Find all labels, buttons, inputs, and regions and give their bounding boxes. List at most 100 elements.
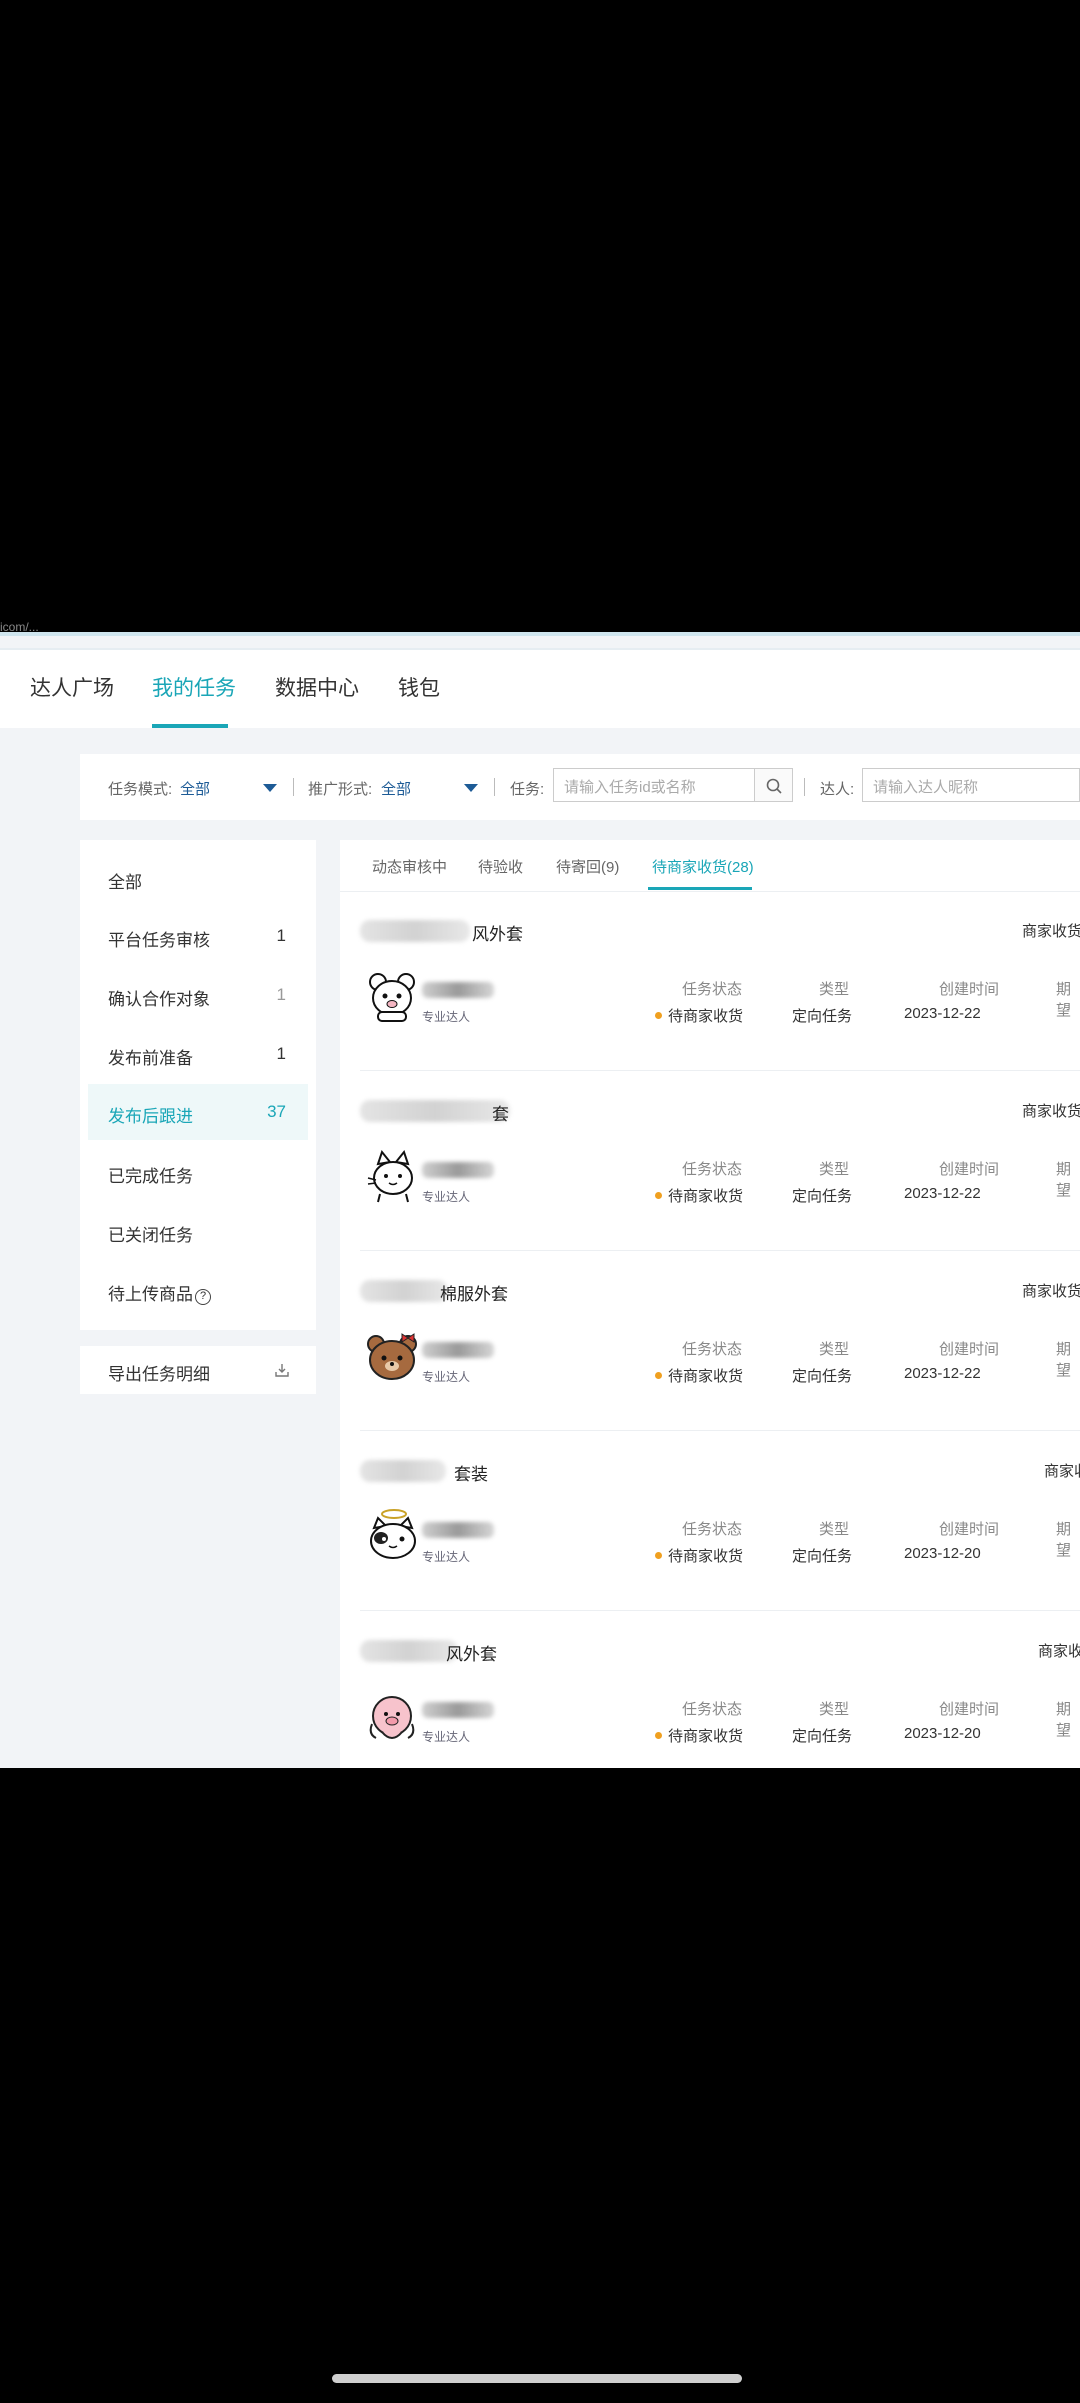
talent-role: 专业达人 (422, 1550, 471, 1564)
talent-role: 专业达人 (422, 1730, 471, 1744)
home-indicator[interactable] (332, 2374, 742, 2383)
filter-separator (804, 778, 805, 796)
status-column-label: 任务状态 (682, 1341, 743, 1358)
tab-pending-merchant-receipt[interactable]: 待商家收货(28) (652, 856, 754, 877)
task-type-value: 定向任务 (792, 1548, 853, 1565)
export-task-details-button[interactable]: 导出任务明细 (80, 1346, 316, 1394)
task-stage: 商家收货 (1022, 1103, 1080, 1120)
task-status-text: 待商家收货 (668, 1188, 744, 1205)
download-icon (275, 1364, 289, 1377)
sidebar-item-label: 待上传商品 (108, 1285, 193, 1304)
talent-search-input[interactable]: 请输入达人昵称 (862, 768, 1080, 802)
top-accent-bar (0, 632, 1080, 636)
talent-role: 专业达人 (422, 1190, 471, 1204)
card-divider (360, 1610, 1080, 1611)
task-stage: 商家收 (1044, 1463, 1080, 1480)
card-divider (360, 1250, 1080, 1251)
task-status-text: 待商家收货 (668, 1548, 744, 1565)
task-created-value: 2023-12-22 (904, 1185, 981, 1202)
mode-filter-label: 任务模式: (108, 781, 173, 798)
task-card[interactable]: 风外套 商家收货 专业达人 任务状态 类型 创建时间 期望 待商家收货 定向任务… (340, 892, 1080, 1072)
blurred-title (360, 1280, 448, 1302)
sidebar-item-count: 1 (276, 926, 286, 945)
card-divider (360, 1430, 1080, 1431)
nav-data-center[interactable]: 数据中心 (275, 672, 359, 702)
nav-my-tasks[interactable]: 我的任务 (152, 672, 236, 702)
talent-filter-label: 达人: (820, 781, 855, 798)
task-status-text: 待商家收货 (668, 1728, 744, 1745)
task-status-value: 待商家收货 (655, 1365, 743, 1386)
white-bear-icon (369, 973, 415, 1022)
task-stage: 商家收货 (1022, 923, 1080, 940)
task-type-value: 定向任务 (792, 1728, 853, 1745)
top-nav: 达人广场 我的任务 数据中心 钱包 (0, 648, 1080, 728)
brown-bear-icon (367, 1333, 417, 1380)
tab-pending-return[interactable]: 待寄回(9) (556, 856, 619, 877)
sidebar-item-label: 发布后跟进 (108, 1107, 193, 1126)
created-column-label: 创建时间 (939, 1341, 1000, 1358)
task-card[interactable]: 风外套 商家收 专业达人 任务状态 类型 创建时间 期望 待商家收货 定向任务 … (340, 1612, 1080, 1768)
sidebar-item-pre-publish[interactable]: 发布前准备 1 (80, 1026, 316, 1082)
task-status-value: 待商家收货 (655, 1185, 743, 1206)
task-title: 风外套 (446, 1645, 497, 1664)
sidebar-item-label: 已关闭任务 (108, 1226, 193, 1245)
task-type-value: 定向任务 (792, 1188, 853, 1205)
sidebar-item-count: 1 (276, 1044, 286, 1063)
help-circle-icon[interactable]: ? (195, 1289, 211, 1305)
period-column-label: 期望 (1056, 1341, 1072, 1379)
sidebar-item-all[interactable]: 全部 (80, 850, 316, 906)
blurred-title (360, 1100, 510, 1122)
status-tabs: 动态审核中 待验收 待寄回(9) 待商家收货(28) (340, 840, 1080, 892)
blurred-nickname (422, 1342, 494, 1358)
task-title: 棉服外套 (440, 1285, 508, 1304)
task-search-button[interactable] (755, 768, 793, 802)
tab-pending-acceptance[interactable]: 待验收 (478, 856, 523, 877)
task-status-text: 待商家收货 (668, 1008, 744, 1025)
period-column-label: 期望 (1056, 1161, 1072, 1199)
sidebar-item-completed[interactable]: 已完成任务 (80, 1144, 316, 1200)
task-created-value: 2023-12-20 (904, 1725, 981, 1742)
mode-filter-select[interactable]: 全部 (180, 778, 210, 799)
sidebar-item-label: 已完成任务 (108, 1167, 193, 1186)
task-filter-label: 任务: (510, 781, 545, 798)
nav-talent-square[interactable]: 达人广场 (30, 672, 114, 702)
status-column-label: 任务状态 (682, 1521, 743, 1538)
sidebar-item-label: 全部 (108, 873, 142, 892)
created-column-label: 创建时间 (939, 1701, 1000, 1718)
sidebar-item-platform-review[interactable]: 平台任务审核 1 (80, 908, 316, 964)
sidebar-item-count: 1 (276, 985, 286, 1004)
task-stage: 商家收 (1038, 1643, 1080, 1660)
white-cat-icon (367, 1149, 413, 1203)
blurred-nickname (422, 982, 494, 998)
task-card[interactable]: 套 商家收货 专业达人 任务状态 类型 创建时间 期望 待商家收货 定向任务 2… (340, 1072, 1080, 1252)
task-type-value: 定向任务 (792, 1368, 853, 1385)
filter-bar: 任务模式: 全部 推广形式: 全部 任务: 请输入任务id或名称 达人: 请输入… (80, 754, 1080, 820)
sidebar-item-label: 平台任务审核 (108, 931, 210, 950)
task-card[interactable]: 套装 商家收 专业达人 任务状态 类型 创建时间 期望 待商家收货 定向任务 2… (340, 1432, 1080, 1612)
task-card[interactable]: 棉服外套 商家收货 专业达人 任务状态 类型 创建时间 期望 待商家收货 定向任… (340, 1252, 1080, 1432)
tab-dynamic-review[interactable]: 动态审核中 (372, 856, 447, 877)
sidebar-item-post-publish-followup[interactable]: 发布后跟进 37 (88, 1084, 308, 1140)
task-type-value: 定向任务 (792, 1008, 853, 1025)
task-status-text: 待商家收货 (668, 1368, 744, 1385)
status-dot-icon (655, 1552, 662, 1559)
task-title: 套装 (454, 1465, 488, 1484)
promo-filter-select[interactable]: 全部 (381, 778, 411, 799)
pink-pig-icon (369, 1696, 415, 1739)
period-column-label: 期望 (1056, 1521, 1072, 1559)
created-column-label: 创建时间 (939, 981, 1000, 998)
blurred-nickname (422, 1162, 494, 1178)
nav-wallet[interactable]: 钱包 (398, 672, 440, 702)
angel-cat-icon (370, 1509, 416, 1559)
period-column-label: 期望 (1056, 981, 1072, 1019)
sidebar-item-closed[interactable]: 已关闭任务 (80, 1203, 316, 1259)
sidebar-item-pending-upload[interactable]: 待上传商品? (80, 1262, 316, 1318)
created-column-label: 创建时间 (939, 1521, 1000, 1538)
type-column-label: 类型 (819, 1341, 850, 1358)
talent-role: 专业达人 (422, 1370, 471, 1384)
sidebar-item-confirm-partner[interactable]: 确认合作对象 1 (80, 967, 316, 1023)
promo-chevron-down-icon[interactable] (464, 784, 478, 792)
mode-chevron-down-icon[interactable] (263, 784, 277, 792)
task-search-input[interactable]: 请输入任务id或名称 (553, 768, 755, 802)
status-dot-icon (655, 1192, 662, 1199)
